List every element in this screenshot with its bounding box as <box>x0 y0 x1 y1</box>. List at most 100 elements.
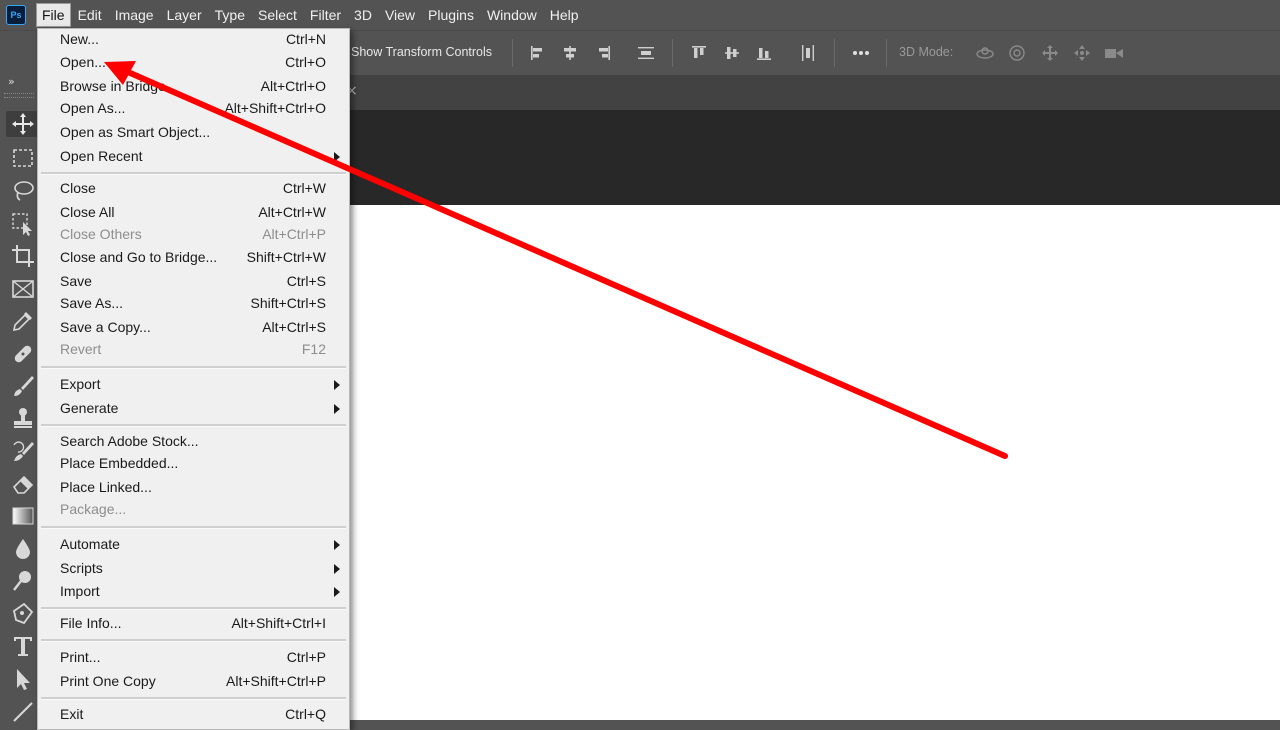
panel-grip[interactable] <box>4 93 34 98</box>
menu-item-automate[interactable]: Automate <box>38 534 349 556</box>
menu-item-new[interactable]: New... Ctrl+N <box>38 29 349 51</box>
align-left-edges-icon[interactable] <box>528 43 548 63</box>
eyedropper-tool-icon[interactable] <box>10 308 36 334</box>
menu-item-close-others: Close Others Alt+Ctrl+P <box>38 224 349 246</box>
type-tool-icon[interactable] <box>10 633 36 659</box>
menu-item-save[interactable]: Save Ctrl+S <box>38 271 349 293</box>
align-horizontal-centers-icon[interactable] <box>560 43 580 63</box>
menu-item-open-as[interactable]: Open As... Alt+Shift+Ctrl+O <box>38 98 349 120</box>
menu-filter[interactable]: Filter <box>304 3 347 27</box>
align-vertical-centers-icon[interactable] <box>722 43 742 63</box>
menu-item-exit[interactable]: Exit Ctrl+Q <box>38 704 349 726</box>
menu-separator <box>41 366 346 369</box>
menu-type[interactable]: Type <box>209 3 251 27</box>
menu-item-label: Close <box>60 180 96 196</box>
menu-item-browse-in-bridge[interactable]: Browse in Bridge... Alt+Ctrl+O <box>38 76 349 98</box>
menu-window[interactable]: Window <box>481 3 543 27</box>
submenu-arrow-icon <box>334 587 340 597</box>
menu-image[interactable]: Image <box>109 3 160 27</box>
menu-item-close-and-go-to-bridge[interactable]: Close and Go to Bridge... Shift+Ctrl+W <box>38 247 349 269</box>
history-brush-tool-icon[interactable] <box>10 439 36 465</box>
menu-item-scripts[interactable]: Scripts <box>38 558 349 580</box>
orbit-3d-camera-icon[interactable] <box>975 43 995 63</box>
menu-separator <box>41 639 346 642</box>
path-selection-tool-icon[interactable] <box>10 666 36 692</box>
move-tool-icon[interactable] <box>6 111 40 137</box>
menu-item-revert: Revert F12 <box>38 339 349 361</box>
menu-item-label: Automate <box>60 536 120 552</box>
object-selection-tool-icon[interactable] <box>10 211 36 237</box>
gradient-tool-icon[interactable] <box>10 503 36 529</box>
roll-3d-camera-icon[interactable] <box>1007 43 1027 63</box>
menu-item-label: Revert <box>60 341 102 357</box>
pan-3d-camera-icon[interactable] <box>1040 43 1060 63</box>
crop-tool-icon[interactable] <box>10 243 36 269</box>
menu-item-label: Scripts <box>60 560 103 576</box>
dodge-tool-icon[interactable] <box>10 568 36 594</box>
menu-separator <box>41 172 346 175</box>
distribute-vertical-icon[interactable] <box>636 43 656 63</box>
divider <box>886 39 887 67</box>
menu-file[interactable]: File <box>36 3 71 27</box>
frame-tool-icon[interactable] <box>10 276 36 302</box>
menu-item-label: Search Adobe Stock... <box>60 433 199 449</box>
menu-item-save-a-copy[interactable]: Save a Copy... Alt+Ctrl+S <box>38 317 349 339</box>
lasso-tool-icon[interactable] <box>10 178 36 204</box>
eraser-tool-icon[interactable] <box>10 471 36 497</box>
menu-item-print-one-copy[interactable]: Print One Copy Alt+Shift+Ctrl+P <box>38 671 349 693</box>
menu-item-place-embedded[interactable]: Place Embedded... <box>38 453 349 475</box>
menu-view[interactable]: View <box>379 3 421 27</box>
distribute-horizontal-icon[interactable] <box>798 43 818 63</box>
ellipsis-icon[interactable] <box>851 43 871 63</box>
clone-stamp-tool-icon[interactable] <box>10 405 36 431</box>
menu-layer[interactable]: Layer <box>161 3 208 27</box>
pen-tool-icon[interactable] <box>10 601 36 627</box>
menu-select[interactable]: Select <box>252 3 303 27</box>
menu-item-close-all[interactable]: Close All Alt+Ctrl+W <box>38 202 349 224</box>
menu-plugins[interactable]: Plugins <box>422 3 480 27</box>
menu-item-print[interactable]: Print... Ctrl+P <box>38 647 349 669</box>
menu-edit[interactable]: Edit <box>72 3 108 27</box>
menu-item-file-info[interactable]: File Info... Alt+Shift+Ctrl+I <box>38 613 349 635</box>
align-right-edges-icon[interactable] <box>593 43 613 63</box>
brush-tool-icon[interactable] <box>10 373 36 399</box>
menu-separator <box>41 697 346 700</box>
menu-item-label: Close and Go to Bridge... <box>60 249 218 265</box>
menu-item-label: Package... <box>60 501 127 517</box>
submenu-arrow-icon <box>334 380 340 390</box>
menu-item-shortcut: Ctrl+P <box>286 649 326 665</box>
slide-3d-camera-icon[interactable] <box>1072 43 1092 63</box>
menu-item-import[interactable]: Import <box>38 581 349 603</box>
collapse-panel-icon[interactable]: » <box>8 75 15 88</box>
show-transform-controls-label[interactable]: Show Transform Controls <box>351 45 492 59</box>
menu-item-open-as-smart-object[interactable]: Open as Smart Object... <box>38 122 349 144</box>
menu-item-shortcut: F12 <box>301 341 326 357</box>
menu-item-label: Open As... <box>60 100 126 116</box>
menu-item-shortcut: Shift+Ctrl+W <box>246 249 326 265</box>
submenu-arrow-icon <box>334 152 340 162</box>
healing-brush-tool-icon[interactable] <box>10 341 36 367</box>
menu-item-generate[interactable]: Generate <box>38 398 349 420</box>
menu-item-open[interactable]: Open... Ctrl+O <box>38 52 349 74</box>
marquee-tool-icon[interactable] <box>10 145 36 171</box>
menu-help[interactable]: Help <box>544 3 585 27</box>
menu-item-shortcut: Alt+Shift+Ctrl+P <box>226 673 326 689</box>
menu-separator <box>41 607 346 610</box>
divider <box>512 39 513 67</box>
line-tool-icon[interactable] <box>10 699 36 725</box>
menu-item-shortcut: Alt+Shift+Ctrl+O <box>224 100 326 116</box>
align-top-edges-icon[interactable] <box>689 43 709 63</box>
blur-tool-icon[interactable] <box>10 536 36 562</box>
menu-item-shortcut: Alt+Ctrl+O <box>260 78 326 94</box>
menu-item-export[interactable]: Export <box>38 374 349 396</box>
menu-item-label: Close Others <box>60 226 142 242</box>
zoom-3d-camera-icon[interactable] <box>1104 43 1124 63</box>
menu-3d[interactable]: 3D <box>348 3 378 27</box>
menu-item-save-as[interactable]: Save As... Shift+Ctrl+S <box>38 293 349 315</box>
menu-item-search-adobe-stock[interactable]: Search Adobe Stock... <box>38 431 349 453</box>
3d-mode-label: 3D Mode: <box>899 45 954 59</box>
menu-item-close[interactable]: Close Ctrl+W <box>38 178 349 200</box>
menu-item-open-recent[interactable]: Open Recent <box>38 146 349 168</box>
align-bottom-edges-icon[interactable] <box>754 43 774 63</box>
menu-item-place-linked[interactable]: Place Linked... <box>38 477 349 499</box>
